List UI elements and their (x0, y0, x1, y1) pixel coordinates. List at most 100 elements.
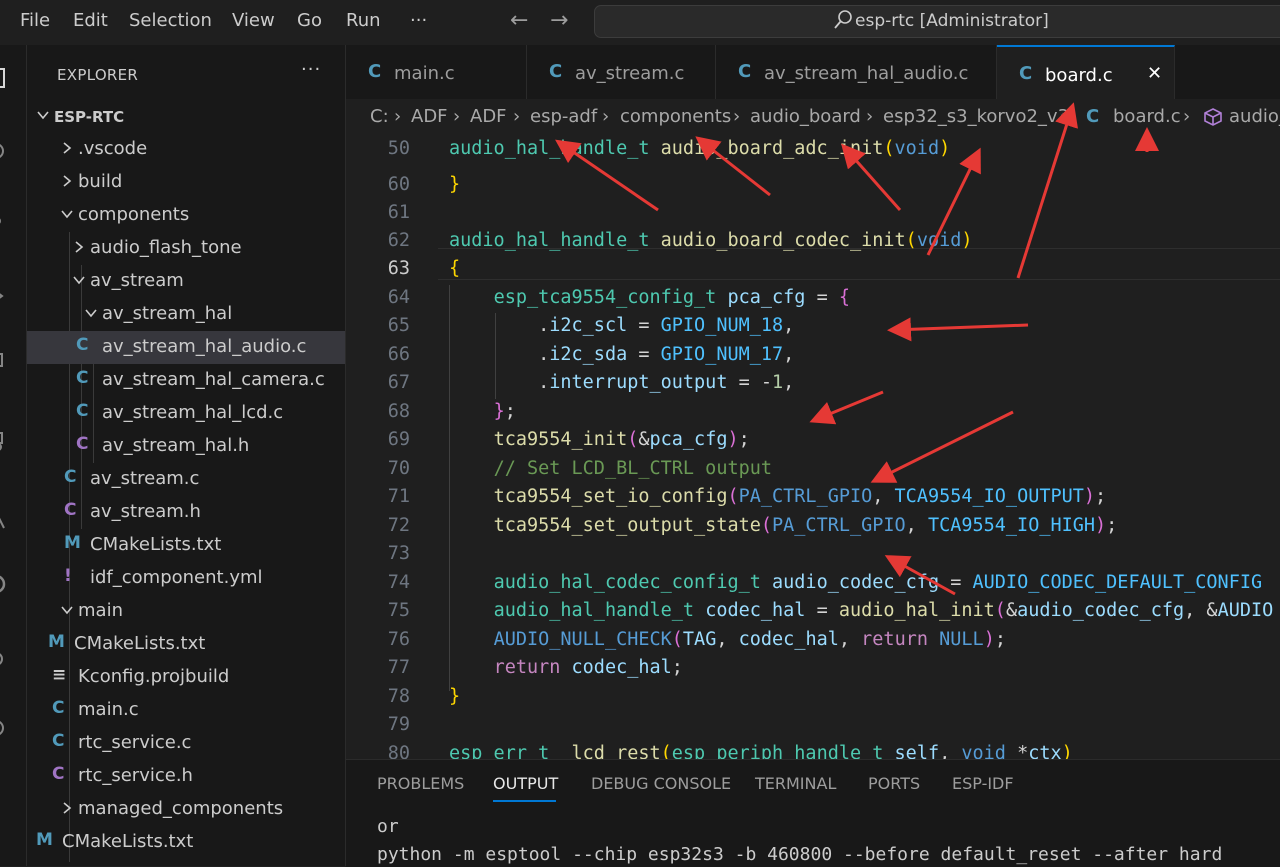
search-icon (834, 10, 852, 29)
breadcrumb-item[interactable]: components (620, 106, 731, 127)
tree-item-main-c[interactable]: Cmain.c (27, 694, 345, 727)
source-control-icon[interactable] (0, 210, 12, 232)
tree-item-cmakelists-txt[interactable]: M CMakeLists.txt (27, 529, 345, 562)
chevron-right-icon: › (1183, 106, 1191, 127)
breadcrumb-item[interactable]: ADF (470, 106, 507, 127)
tree-item-idf-component-yml[interactable]: ! idf_component.yml (27, 562, 345, 595)
tree-item-main[interactable]: main (27, 595, 345, 628)
menu-edit[interactable]: Edit (73, 10, 108, 31)
breadcrumb-item[interactable]: audio_ (1229, 106, 1280, 127)
back-arrow-icon[interactable]: ← (510, 8, 528, 33)
forward-arrow-icon[interactable]: → (550, 8, 568, 33)
tree-item-rtc-service-h[interactable]: Crtc_service.h (27, 760, 345, 793)
line-number: 77 (387, 657, 410, 678)
tab-ports[interactable]: PORTS (868, 774, 920, 793)
files-icon[interactable] (0, 67, 12, 89)
testing-icon[interactable] (0, 510, 12, 532)
esp-idf-icon[interactable] (0, 573, 12, 595)
code-line: 74 audio_hal_codec_config_t audio_codec_… (346, 569, 1280, 597)
remote-explorer-icon[interactable] (0, 430, 12, 452)
tab-problems[interactable]: PROBLEMS (377, 774, 464, 793)
code-line: 79 (346, 711, 1280, 739)
menu-more-button[interactable]: ··· (410, 10, 427, 31)
breadcrumb-item[interactable]: board.c (1113, 106, 1181, 127)
tree-item-rtc-service-c[interactable]: Crtc_service.c (27, 727, 345, 760)
chevron-right-icon: › (866, 106, 874, 127)
breadcrumb-item[interactable]: esp32_s3_korvo2_v3 (883, 106, 1069, 127)
breadcrumb-item[interactable]: ADF (411, 106, 448, 127)
breadcrumb-item[interactable]: C: (370, 106, 389, 127)
tab-av-stream-c[interactable]: C av_stream.c (527, 45, 716, 99)
tab-output[interactable]: OUTPUT (493, 774, 558, 793)
run-debug-icon[interactable] (0, 285, 12, 307)
tree-item-av-stream[interactable]: av_stream (27, 265, 345, 298)
c-file-icon: C (549, 61, 563, 82)
breadcrumb-item[interactable]: esp-adf (530, 106, 597, 127)
explorer-more-button[interactable]: ··· (301, 59, 321, 80)
tree-item-label: CMakeLists.txt (74, 633, 206, 654)
output-line: or (377, 816, 399, 837)
tree-item-label: av_stream_hal (102, 303, 233, 324)
menu-go[interactable]: Go (297, 10, 322, 31)
menu-view[interactable]: View (232, 10, 275, 31)
line-number: 76 (387, 629, 410, 650)
tools-icon[interactable] (0, 650, 12, 672)
code-line: 75 audio_hal_handle_t codec_hal = audio_… (346, 597, 1280, 625)
tree-item-esp-rtc[interactable]: ESP-RTC (27, 100, 345, 133)
c-file-icon: C (64, 467, 77, 487)
tree-item-av-stream-hal[interactable]: av_stream_hal (27, 298, 345, 331)
breadcrumb-item[interactable]: audio_board (750, 106, 861, 127)
menu-run[interactable]: Run (346, 10, 381, 31)
tree-item-av-stream-hal-h[interactable]: Cav_stream_hal.h (27, 430, 345, 463)
tree-item-build[interactable]: build (27, 166, 345, 199)
tab-main-c[interactable]: C main.c (346, 45, 527, 99)
accounts-icon[interactable] (0, 717, 12, 739)
code-line: 61 (346, 199, 1280, 227)
tab-label: av_stream.c (575, 63, 685, 84)
tab-terminal[interactable]: TERMINAL (755, 774, 836, 793)
line-number: 78 (387, 686, 410, 707)
tree-item-vscode[interactable]: .vscode (27, 133, 345, 166)
tree-item-av-stream-h[interactable]: Cav_stream.h (27, 496, 345, 529)
tree-item-cmakelists-txt[interactable]: M CMakeLists.txt (27, 826, 345, 859)
code-line: 60} (346, 171, 1280, 199)
tab-debug-console[interactable]: DEBUG CONSOLE (591, 774, 731, 793)
menu-selection[interactable]: Selection (129, 10, 212, 31)
tab-av-stream-hal-audio-c[interactable]: C av_stream_hal_audio.c (716, 45, 997, 99)
command-center-search[interactable]: esp-rtc [Administrator] (594, 5, 1280, 38)
chevron-down-icon (73, 276, 85, 285)
tree-item-label: idf_component.yml (90, 567, 263, 588)
code-line: 73 (346, 540, 1280, 568)
activity-bar (0, 45, 27, 866)
tree-item-label: av_stream_hal_audio.c (102, 336, 307, 357)
tree-item-av-stream-hal-audio-c[interactable]: Cav_stream_hal_audio.c (27, 331, 345, 364)
tree-item-label: CMakeLists.txt (90, 534, 222, 555)
h-file-icon: C (64, 500, 77, 520)
close-icon[interactable]: ✕ (1147, 63, 1162, 84)
tree-item-av-stream-c[interactable]: Cav_stream.c (27, 463, 345, 496)
tree-item-kconfig-projbuild[interactable]: ≡ Kconfig.projbuild (27, 661, 345, 694)
tree-item-av-stream-hal-lcd-c[interactable]: Cav_stream_hal_lcd.c (27, 397, 345, 430)
line-number: 69 (387, 429, 410, 450)
tree-item-audio-flash-tone[interactable]: audio_flash_tone (27, 232, 345, 265)
tree-item-label: managed_components (78, 798, 284, 819)
line-number: 71 (387, 486, 410, 507)
breadcrumb: C: › ADF › ADF › esp-adf › components › … (346, 99, 1280, 135)
tree-item-components[interactable]: components (27, 199, 345, 232)
menu-file[interactable]: File (20, 10, 50, 31)
search-activity-icon[interactable] (0, 140, 12, 162)
tree-item-av-stream-hal-camera-c[interactable]: Cav_stream_hal_camera.c (27, 364, 345, 397)
c-file-icon: C (76, 335, 89, 355)
line-number: 75 (387, 600, 410, 621)
extensions-icon[interactable] (0, 350, 12, 372)
h-file-icon: C (76, 434, 89, 454)
tree-item-managed-components[interactable]: managed_components (27, 793, 345, 826)
tree-item-cmakelists-txt[interactable]: M CMakeLists.txt (27, 628, 345, 661)
cmake-file-icon: M (36, 830, 53, 850)
tab-esp-idf[interactable]: ESP-IDF (952, 774, 1014, 793)
tab-label: main.c (394, 63, 455, 84)
line-number: 74 (387, 572, 410, 593)
chevron-down-icon (37, 111, 49, 120)
code-editor[interactable]: 50 audio_hal_handle_t audio_board_adc_ini… (346, 135, 1280, 759)
tab-board-c[interactable]: C board.c ✕ (997, 45, 1175, 99)
